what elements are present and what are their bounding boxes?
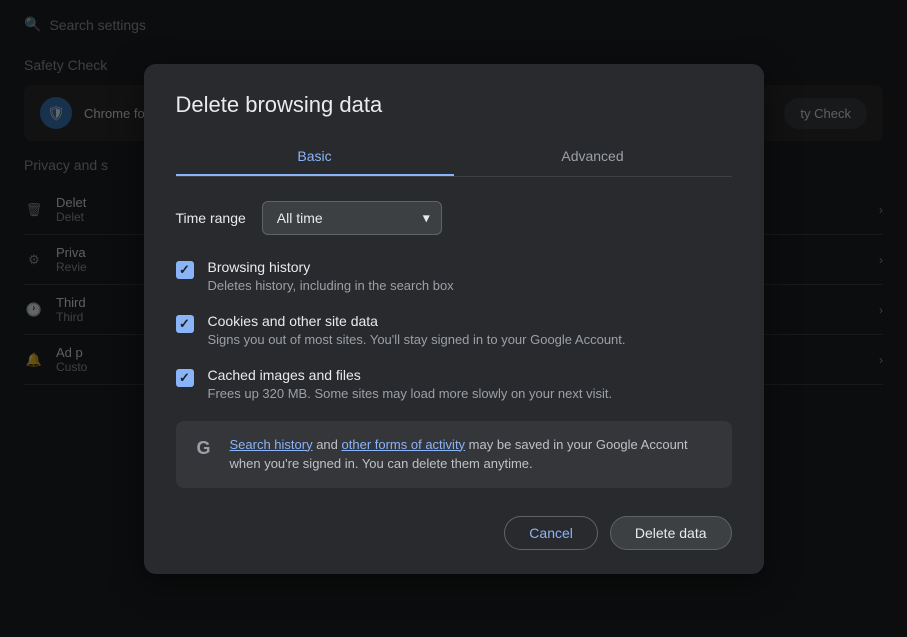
tab-basic[interactable]: Basic	[176, 138, 454, 176]
delete-browsing-data-dialog: Delete browsing data Basic Advanced Time…	[144, 64, 764, 574]
checkbox-browsing-history: Browsing history Deletes history, includ…	[176, 259, 732, 293]
checkbox-cookies: Cookies and other site data Signs you ou…	[176, 313, 732, 347]
google-account-banner: G Search history and other forms of acti…	[176, 421, 732, 488]
cookies-text: Cookies and other site data Signs you ou…	[208, 313, 626, 347]
cancel-button[interactable]: Cancel	[504, 516, 598, 550]
cached-text: Cached images and files Frees up 320 MB.…	[208, 367, 613, 401]
browsing-history-title: Browsing history	[208, 259, 454, 275]
time-range-wrapper: All time Last hour Last 24 hours Last 7 …	[262, 201, 442, 235]
checkbox-cached: Cached images and files Frees up 320 MB.…	[176, 367, 732, 401]
delete-data-button[interactable]: Delete data	[610, 516, 732, 550]
browsing-history-checkbox[interactable]	[176, 261, 194, 279]
modal-overlay: Delete browsing data Basic Advanced Time…	[0, 0, 907, 637]
browsing-history-text: Browsing history Deletes history, includ…	[208, 259, 454, 293]
time-range-select[interactable]: All time Last hour Last 24 hours Last 7 …	[262, 201, 442, 235]
browsing-history-desc: Deletes history, including in the search…	[208, 278, 454, 293]
tab-advanced[interactable]: Advanced	[454, 138, 732, 176]
time-range-label: Time range	[176, 210, 246, 226]
cached-checkbox[interactable]	[176, 369, 194, 387]
cached-title: Cached images and files	[208, 367, 613, 383]
cached-desc: Frees up 320 MB. Some sites may load mor…	[208, 386, 613, 401]
google-logo-icon: G	[192, 437, 216, 461]
cookies-title: Cookies and other site data	[208, 313, 626, 329]
cookies-checkbox[interactable]	[176, 315, 194, 333]
banner-text: Search history and other forms of activi…	[230, 435, 716, 474]
dialog-tabs: Basic Advanced	[176, 138, 732, 177]
banner-text-1: and	[313, 437, 342, 452]
other-activity-link[interactable]: other forms of activity	[342, 437, 466, 452]
dialog-title: Delete browsing data	[176, 92, 732, 118]
dialog-footer: Cancel Delete data	[176, 516, 732, 550]
time-range-row: Time range All time Last hour Last 24 ho…	[176, 201, 732, 235]
search-history-link[interactable]: Search history	[230, 437, 313, 452]
cookies-desc: Signs you out of most sites. You'll stay…	[208, 332, 626, 347]
